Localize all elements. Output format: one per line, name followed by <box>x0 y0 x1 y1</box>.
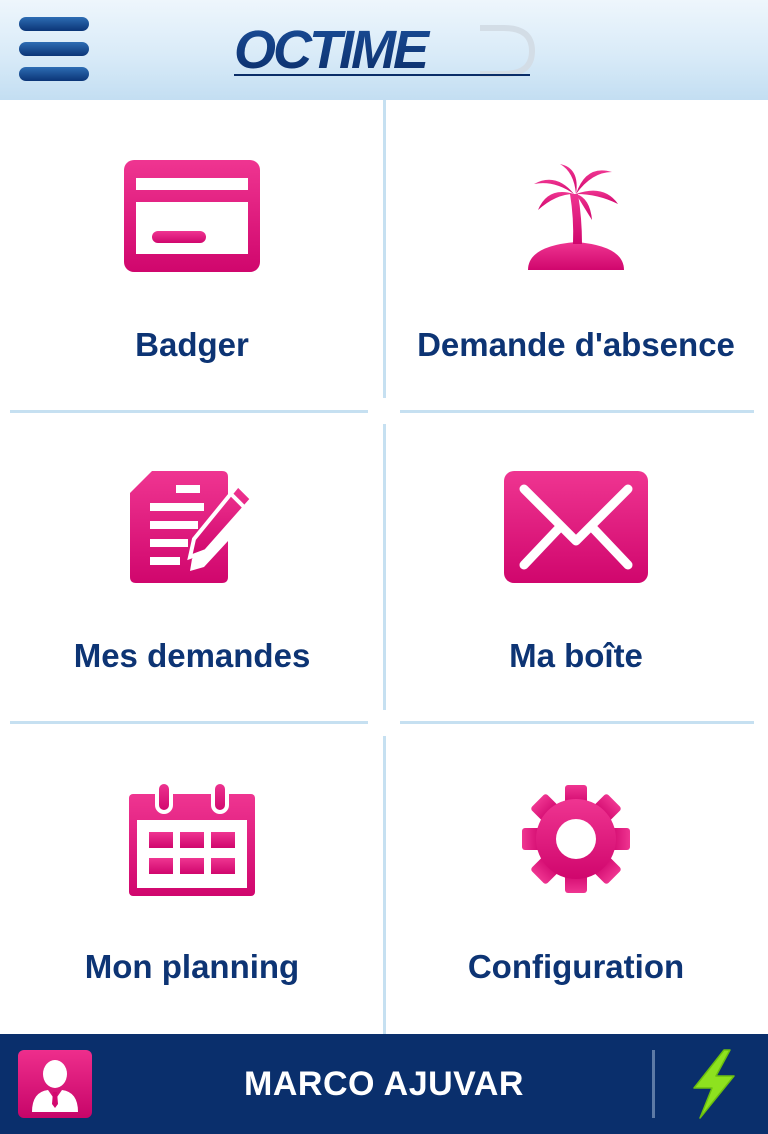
lightning-bolt-icon <box>693 1049 735 1119</box>
tile-my-requests[interactable]: Mes demandes <box>0 411 384 722</box>
tile-badger-label: Badger <box>135 326 249 363</box>
tile-absence-request[interactable]: Demande d'absence <box>384 100 768 411</box>
calendar-icon <box>129 782 255 896</box>
badge-card-icon <box>124 160 260 272</box>
tile-absence-label: Demande d'absence <box>417 326 735 363</box>
tile-mailbox-label: Ma boîte <box>509 637 643 674</box>
user-avatar-button[interactable] <box>18 1050 92 1118</box>
tile-configuration-label: Configuration <box>467 948 685 985</box>
user-profile-icon <box>32 1060 78 1112</box>
envelope-icon <box>504 471 648 583</box>
hamburger-icon <box>19 17 89 81</box>
tile-mailbox[interactable]: Ma boîte <box>384 411 768 722</box>
sync-button[interactable] <box>684 1048 742 1120</box>
palm-island-icon <box>528 164 624 270</box>
document-edit-icon <box>130 471 254 583</box>
tile-my-planning[interactable]: Mon planning <box>0 722 384 1033</box>
user-footer-bar: MARCO AJUVAR <box>0 1034 768 1134</box>
tile-planning-label: Mon planning <box>84 948 300 985</box>
footer-separator <box>652 1050 655 1118</box>
tile-my-requests-label: Mes demandes <box>73 637 311 674</box>
hamburger-menu-button[interactable] <box>18 14 90 84</box>
gear-icon <box>522 785 630 893</box>
tile-configuration[interactable]: Configuration <box>384 722 768 1033</box>
tile-badger[interactable]: Badger <box>0 100 384 411</box>
main-menu-grid: Badger Demande d'absence Mes demandes Ma… <box>0 100 768 1034</box>
app-header: OCTIME <box>0 0 768 100</box>
octime-logo: OCTIME <box>232 18 536 80</box>
svg-text:OCTIME: OCTIME <box>234 20 431 80</box>
